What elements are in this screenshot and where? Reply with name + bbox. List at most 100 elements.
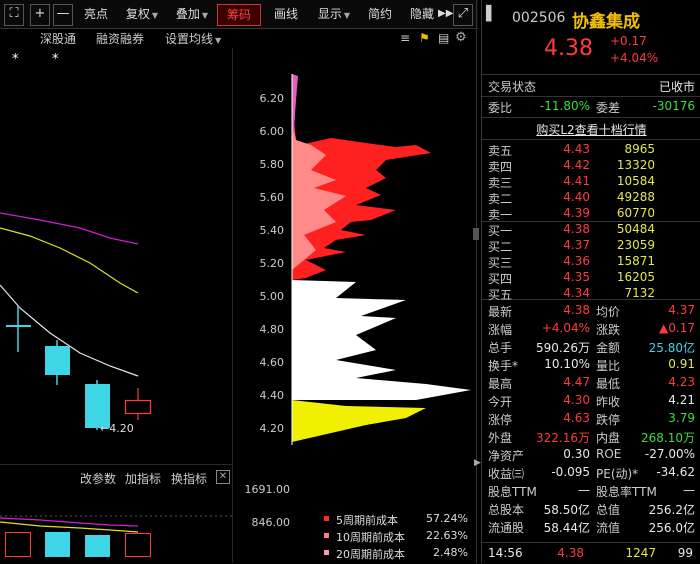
overlay-dropdown[interactable]: 叠加 ▼	[170, 4, 214, 24]
list-icon[interactable]: ≡	[400, 31, 410, 45]
stat-value: 268.10万	[641, 431, 695, 445]
buy-l2-link[interactable]: 购买L2查看十档行情	[482, 121, 700, 138]
volume-bar	[85, 535, 110, 557]
order-label: 买三	[488, 256, 513, 270]
chevron-down-icon: ▼	[215, 36, 222, 45]
flag-icon[interactable]: ⚑	[419, 31, 430, 45]
stat-value: 4.63	[563, 411, 590, 425]
order-price: 4.39	[563, 206, 590, 220]
order-row: 买四 4.35 16205	[482, 270, 700, 286]
order-label: 卖四	[488, 160, 513, 174]
stat-label: 均价	[596, 305, 621, 319]
order-row: 卖一 4.39 60770	[482, 206, 700, 222]
tick-row: 14:56 4.38 1247 99	[482, 546, 700, 564]
legend-percent: 22.63%	[426, 529, 468, 542]
stat-value: 256.0亿	[648, 521, 695, 535]
hide-button[interactable]: 隐藏	[405, 4, 439, 24]
divider	[482, 117, 700, 118]
zoom-in-button[interactable]: +	[30, 4, 50, 26]
stat-label: PE(动)*	[596, 467, 639, 481]
restore-rights-dropdown[interactable]: 复权 ▼	[120, 4, 164, 24]
chip-axis-label: 5.20	[259, 257, 285, 270]
divider	[482, 96, 700, 97]
order-volume: 50484	[616, 222, 655, 236]
chart-toolbar: ⛶ + — 亮点 复权 ▼ 叠加 ▼ 筹码 画线 显示 ▼ 简约 隐藏 ▶▶ ⤢	[0, 0, 478, 29]
expand-arrows-icon[interactable]: ▶▶	[438, 4, 453, 24]
price-change-pct: +4.04%	[610, 51, 659, 65]
chip-axis-label: 5.80	[259, 158, 285, 171]
current-price: 4.38	[544, 36, 593, 61]
kline-chart[interactable]	[0, 48, 232, 464]
chip-axis-label: 4.60	[259, 356, 285, 369]
legend-label: 10周期前成本	[336, 531, 405, 544]
stat-label: 最新	[488, 305, 513, 319]
close-icon[interactable]: ✕	[216, 470, 230, 484]
stat-label: 涨幅	[488, 323, 513, 337]
chip-band-yellow	[292, 400, 426, 442]
dropdown-triangle-icon[interactable]: ▌	[486, 6, 497, 22]
bars-icon[interactable]: ▤	[438, 31, 449, 45]
chip-axis-label: 6.20	[259, 92, 285, 105]
stat-value: 58.44亿	[543, 521, 590, 535]
draw-line-button[interactable]: 画线	[266, 4, 306, 24]
stat-value: 4.30	[563, 393, 590, 407]
stat-label: 股息率TTM	[596, 485, 657, 499]
legend-percent: 57.24%	[426, 512, 468, 525]
stat-label: 跌停	[596, 413, 621, 427]
order-price: 4.40	[563, 190, 590, 204]
stat-label: 流值	[596, 521, 621, 535]
switch-indicator-button[interactable]: 换指标	[171, 470, 207, 487]
order-label: 卖三	[488, 176, 513, 190]
simple-button[interactable]: 简约	[362, 4, 398, 24]
gear-icon[interactable]: ⚙	[455, 30, 467, 45]
ma-settings-dropdown[interactable]: 设置均线 ▼	[165, 30, 221, 47]
display-dropdown[interactable]: 显示 ▼	[312, 4, 356, 24]
volume-chart[interactable]	[0, 490, 232, 563]
order-label: 卖二	[488, 192, 513, 206]
order-row: 卖五 4.43 8965	[482, 142, 700, 158]
stat-value: 4.23	[668, 375, 695, 389]
event-star-marker[interactable]: *	[52, 52, 59, 67]
stat-value: -0.095	[551, 465, 590, 479]
stat-value: 4.38	[563, 303, 590, 317]
order-volume: 15871	[616, 254, 655, 268]
stat-label: 流通股	[488, 521, 525, 535]
ma-settings-label: 设置均线	[165, 32, 214, 46]
fullscreen-icon[interactable]: ⤢	[453, 4, 473, 26]
volume-ma-magenta	[0, 517, 139, 527]
weicha-value: -30176	[652, 99, 695, 113]
order-price: 4.35	[563, 270, 590, 284]
stat-value: ▲0.17	[659, 321, 695, 335]
order-volume: 16205	[616, 270, 655, 284]
volume-axis-label: 846.00	[251, 516, 291, 529]
chip-axis-label: 5.60	[259, 191, 285, 204]
stats-row: 股息TTM — 股息率TTM —	[482, 483, 700, 501]
candle-body	[6, 325, 31, 327]
stat-label: 内盘	[596, 431, 621, 445]
shenzhen-connect-link[interactable]: 深股通	[40, 30, 76, 47]
collapse-arrow-icon[interactable]: ▶	[474, 458, 481, 468]
stats-row: 总股本 58.50亿 总值 256.2亿	[482, 501, 700, 519]
add-indicator-button[interactable]: 加指标	[125, 470, 161, 487]
stat-label: 总值	[596, 503, 621, 517]
volume-axis-label: 1691.00	[244, 483, 291, 496]
chips-button[interactable]: 筹码	[217, 4, 261, 26]
zoom-out-button[interactable]: —	[53, 4, 73, 26]
divider	[482, 542, 700, 543]
order-volume: 13320	[616, 158, 655, 172]
stat-value: 3.79	[668, 411, 695, 425]
stat-value: 58.50亿	[543, 503, 590, 517]
stats-row: 涨停 4.63 跌停 3.79	[482, 411, 700, 429]
highlight-button[interactable]: 亮点	[76, 4, 116, 24]
candle-body	[45, 346, 70, 375]
volume-bar	[45, 532, 70, 557]
event-star-marker[interactable]: *	[12, 52, 19, 67]
panel-divider	[476, 0, 477, 563]
low-price-marker: ←4.20	[100, 422, 134, 435]
trade-status-row: 交易状态 已收市	[482, 78, 700, 96]
order-label: 卖五	[488, 144, 513, 158]
stat-label: 最高	[488, 377, 513, 391]
margin-trading-link[interactable]: 融资融券	[96, 30, 144, 47]
zoom-toggle-icon[interactable]: ⛶	[4, 4, 24, 26]
change-params-button[interactable]: 改参数	[80, 470, 116, 487]
